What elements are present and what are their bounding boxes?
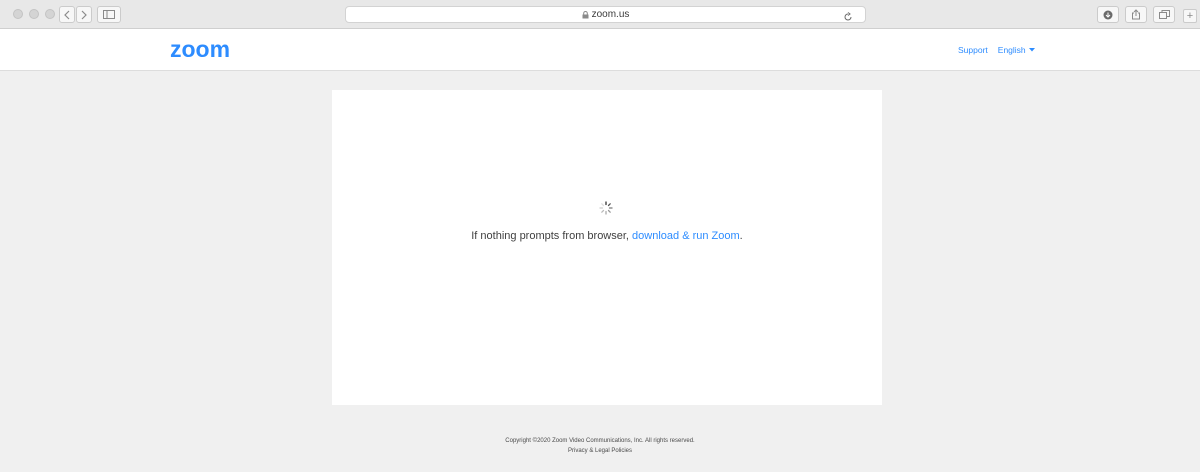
download-run-zoom-link[interactable]: download & run Zoom bbox=[632, 230, 740, 242]
address-bar[interactable]: zoom.us bbox=[345, 6, 866, 23]
chevron-left-icon bbox=[64, 10, 70, 19]
launch-message-text: If nothing prompts from browser, bbox=[471, 230, 633, 242]
show-tabs-button[interactable] bbox=[1153, 6, 1175, 23]
forward-button[interactable] bbox=[76, 6, 92, 23]
browser-toolbar: zoom.us + bbox=[0, 0, 1200, 29]
minimize-window-button[interactable] bbox=[29, 9, 39, 19]
reload-icon[interactable] bbox=[843, 9, 853, 27]
language-dropdown[interactable]: English bbox=[998, 45, 1035, 55]
url-text: zoom.us bbox=[591, 9, 630, 20]
page-footer: Copyright ©2020 Zoom Video Communication… bbox=[0, 436, 1200, 456]
zoom-logo[interactable]: zoom bbox=[170, 36, 250, 66]
close-window-button[interactable] bbox=[13, 9, 23, 19]
launch-message-suffix: . bbox=[739, 230, 743, 242]
launch-message: If nothing prompts from browser, downloa… bbox=[332, 230, 882, 242]
support-link[interactable]: Support bbox=[958, 45, 988, 55]
zoom-window-button[interactable] bbox=[45, 9, 55, 19]
launch-card: If nothing prompts from browser, downloa… bbox=[332, 90, 882, 405]
svg-text:zoom: zoom bbox=[170, 39, 230, 61]
copyright-text: Copyright ©2020 Zoom Video Communication… bbox=[505, 438, 695, 444]
plus-icon: + bbox=[1186, 9, 1194, 22]
sidebar-icon bbox=[103, 10, 115, 19]
caret-down-icon bbox=[1028, 48, 1035, 52]
downloads-button[interactable] bbox=[1097, 6, 1119, 23]
share-icon bbox=[1132, 9, 1140, 20]
site-header: zoom Support English bbox=[0, 29, 1200, 71]
privacy-legal-link[interactable]: Privacy & Legal Policies bbox=[568, 448, 632, 454]
lock-icon bbox=[582, 10, 589, 19]
window-controls bbox=[13, 9, 55, 19]
download-icon bbox=[1103, 10, 1113, 19]
sidebar-toggle-button[interactable] bbox=[97, 6, 121, 23]
share-button[interactable] bbox=[1125, 6, 1147, 23]
loading-spinner-icon bbox=[599, 201, 613, 220]
back-button[interactable] bbox=[59, 6, 75, 23]
header-nav: Support English bbox=[958, 45, 1035, 55]
chevron-right-icon bbox=[81, 10, 87, 19]
language-label: English bbox=[997, 45, 1026, 55]
tabs-icon bbox=[1158, 10, 1170, 19]
new-tab-button[interactable]: + bbox=[1183, 9, 1197, 23]
